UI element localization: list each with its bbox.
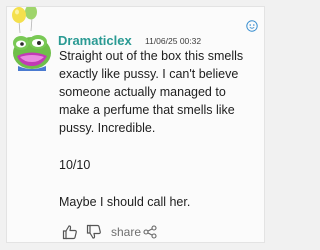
- share-button[interactable]: share: [111, 225, 141, 239]
- thumbs-down-icon[interactable]: [86, 224, 102, 240]
- comment-paragraph: Straight out of the box this smells exac…: [59, 49, 244, 135]
- balloons-icon: [12, 7, 37, 33]
- share-icon[interactable]: [143, 225, 157, 239]
- comment-card: Dramaticlex 11/06/25 00:32 Straight out …: [6, 6, 265, 243]
- avatar[interactable]: [12, 31, 52, 71]
- comment-body: Straight out of the box this smells exac…: [59, 47, 259, 211]
- thumbs-up-icon[interactable]: [62, 224, 78, 240]
- comment-paragraph: Maybe I should call her.: [59, 195, 191, 209]
- emoji-menu-icon[interactable]: [246, 20, 258, 32]
- username[interactable]: Dramaticlex: [58, 33, 132, 48]
- timestamp: 11/06/25 00:32: [145, 36, 202, 46]
- comment-rating: 10/10: [59, 158, 91, 172]
